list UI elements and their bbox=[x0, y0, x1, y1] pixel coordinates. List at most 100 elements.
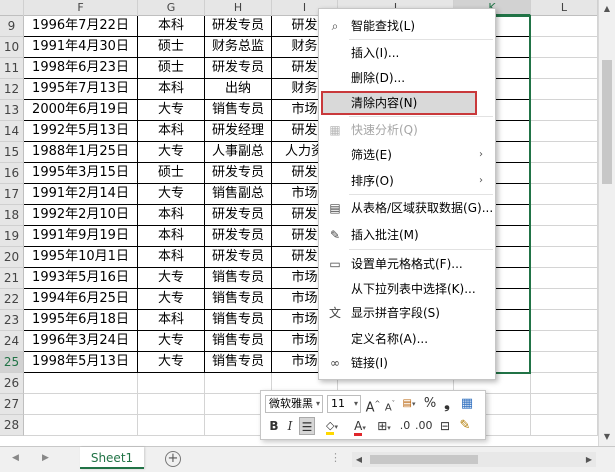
cell-g13[interactable]: 大专 bbox=[138, 100, 205, 121]
menu-pick-from-list[interactable]: 从下拉列表中选择(K)... bbox=[319, 277, 495, 301]
accounting-format-icon[interactable]: ▤▾ bbox=[400, 395, 418, 413]
cell-f16[interactable]: 1995年3月15日 bbox=[24, 163, 138, 184]
menu-get-data[interactable]: ▤ 从表格/区域获取数据(G)... bbox=[319, 196, 495, 220]
row-header-14[interactable]: 14 bbox=[0, 121, 24, 142]
menu-insert-comment[interactable]: ✎ 插入批注(M) bbox=[319, 223, 495, 247]
tab-splitter-icon[interactable]: ⋮ bbox=[330, 451, 342, 464]
cell-g11[interactable]: 硕士 bbox=[138, 58, 205, 79]
row-header-19[interactable]: 19 bbox=[0, 226, 24, 247]
scroll-up-icon[interactable]: ▲ bbox=[599, 0, 615, 17]
cell-g23[interactable]: 本科 bbox=[138, 310, 205, 331]
cell-h22[interactable]: 销售专员 bbox=[205, 289, 272, 310]
row-header-22[interactable]: 22 bbox=[0, 289, 24, 310]
scroll-tabs-left-icon[interactable]: ◀ bbox=[12, 453, 19, 463]
menu-smart-lookup[interactable]: ⌕ 智能查找(L) bbox=[319, 14, 495, 38]
row-header-12[interactable]: 12 bbox=[0, 79, 24, 100]
cell-l25[interactable] bbox=[531, 352, 598, 373]
cell-l17[interactable] bbox=[531, 184, 598, 205]
row-header-21[interactable]: 21 bbox=[0, 268, 24, 289]
scroll-down-icon[interactable]: ▼ bbox=[599, 428, 615, 445]
cell-g16[interactable]: 硕士 bbox=[138, 163, 205, 184]
spreadsheet-grid[interactable]: FGHIJKL 91996年7月22日本科研发专员研发,500101991年4月… bbox=[0, 0, 598, 446]
row-header-10[interactable]: 10 bbox=[0, 37, 24, 58]
comma-style-button[interactable]: ❟ bbox=[440, 395, 454, 413]
menu-insert[interactable]: 插入(I)... bbox=[319, 41, 495, 65]
cell-l16[interactable] bbox=[531, 163, 598, 184]
row-header-18[interactable]: 18 bbox=[0, 205, 24, 226]
cell-h19[interactable]: 研发专员 bbox=[205, 226, 272, 247]
column-header-h[interactable]: H bbox=[205, 0, 272, 16]
cell-f9[interactable]: 1996年7月22日 bbox=[24, 16, 138, 37]
sheet-tab-sheet1[interactable]: Sheet1 bbox=[80, 447, 144, 469]
cell-g24[interactable]: 大专 bbox=[138, 331, 205, 352]
cell-l13[interactable] bbox=[531, 100, 598, 121]
cell-l21[interactable] bbox=[531, 268, 598, 289]
menu-delete[interactable]: 删除(D)... bbox=[319, 66, 495, 90]
cell-h17[interactable]: 销售副总 bbox=[205, 184, 272, 205]
cell-h23[interactable]: 销售专员 bbox=[205, 310, 272, 331]
decrease-decimal-icon[interactable]: .00 bbox=[415, 417, 433, 435]
format-painter-icon[interactable]: ✎ bbox=[457, 417, 473, 435]
cell-g14[interactable]: 本科 bbox=[138, 121, 205, 142]
scroll-right-icon[interactable]: ▶ bbox=[582, 452, 596, 467]
italic-button[interactable]: I bbox=[283, 417, 297, 435]
cell-f13[interactable]: 2000年6月19日 bbox=[24, 100, 138, 121]
cell-h12[interactable]: 出纳 bbox=[205, 79, 272, 100]
cell-h24[interactable]: 销售专员 bbox=[205, 331, 272, 352]
bold-button[interactable]: B bbox=[267, 417, 281, 435]
row-header-20[interactable]: 20 bbox=[0, 247, 24, 268]
cell-f14[interactable]: 1992年5月13日 bbox=[24, 121, 138, 142]
fill-color-icon[interactable]: ◇▾ bbox=[319, 417, 345, 435]
cell-f10[interactable]: 1991年4月30日 bbox=[24, 37, 138, 58]
merge-cells-icon[interactable]: ⊟ bbox=[437, 417, 453, 435]
font-color-icon[interactable]: A▾ bbox=[349, 417, 371, 436]
cell-f22[interactable]: 1994年6月25日 bbox=[24, 289, 138, 310]
row-header-28[interactable]: 28 bbox=[0, 415, 24, 436]
menu-phonetic[interactable]: 文显示拼音字段(S) bbox=[319, 301, 495, 325]
cell-h16[interactable]: 研发专员 bbox=[205, 163, 272, 184]
increase-font-size-icon[interactable]: A^ bbox=[365, 395, 381, 415]
decrease-font-size-icon[interactable]: Aˇ bbox=[382, 395, 398, 413]
cell-f15[interactable]: 1988年1月25日 bbox=[24, 142, 138, 163]
vertical-scrollbar[interactable]: ▲ ▼ bbox=[598, 0, 615, 446]
cell-g18[interactable]: 本科 bbox=[138, 205, 205, 226]
cell-g26[interactable] bbox=[138, 373, 205, 394]
align-center-icon[interactable]: ☰ bbox=[299, 417, 315, 435]
cell-l22[interactable] bbox=[531, 289, 598, 310]
cell-g28[interactable] bbox=[138, 415, 205, 436]
percent-style-button[interactable]: % bbox=[422, 395, 438, 413]
format-painter-grid-icon[interactable]: ▦ bbox=[458, 395, 476, 413]
cell-l20[interactable] bbox=[531, 247, 598, 268]
cell-l12[interactable] bbox=[531, 79, 598, 100]
font-size-box[interactable]: 11 ▾ bbox=[327, 395, 361, 413]
cell-f24[interactable]: 1996年3月24日 bbox=[24, 331, 138, 352]
cell-h21[interactable]: 销售专员 bbox=[205, 268, 272, 289]
cell-g19[interactable]: 本科 bbox=[138, 226, 205, 247]
cell-g20[interactable]: 本科 bbox=[138, 247, 205, 268]
menu-sort[interactable]: 排序(O) › bbox=[319, 169, 495, 193]
cell-l23[interactable] bbox=[531, 310, 598, 331]
cell-g9[interactable]: 本科 bbox=[138, 16, 205, 37]
cell-h10[interactable]: 财务总监 bbox=[205, 37, 272, 58]
cell-f23[interactable]: 1995年6月18日 bbox=[24, 310, 138, 331]
cell-h9[interactable]: 研发专员 bbox=[205, 16, 272, 37]
cell-h20[interactable]: 研发专员 bbox=[205, 247, 272, 268]
row-header-17[interactable]: 17 bbox=[0, 184, 24, 205]
column-header-f[interactable]: F bbox=[24, 0, 138, 16]
cell-h25[interactable]: 销售专员 bbox=[205, 352, 272, 373]
column-header-g[interactable]: G bbox=[138, 0, 205, 16]
cell-f12[interactable]: 1995年7月13日 bbox=[24, 79, 138, 100]
add-sheet-icon[interactable]: + bbox=[165, 451, 181, 467]
row-header-23[interactable]: 23 bbox=[0, 310, 24, 331]
cell-g22[interactable]: 大专 bbox=[138, 289, 205, 310]
cell-h11[interactable]: 研发专员 bbox=[205, 58, 272, 79]
cell-f26[interactable] bbox=[24, 373, 138, 394]
cell-f17[interactable]: 1991年2月14日 bbox=[24, 184, 138, 205]
cell-l18[interactable] bbox=[531, 205, 598, 226]
increase-decimal-icon[interactable]: .0 bbox=[397, 417, 413, 435]
cell-l27[interactable] bbox=[531, 394, 598, 415]
row-header-27[interactable]: 27 bbox=[0, 394, 24, 415]
select-all-corner[interactable] bbox=[0, 0, 24, 16]
cell-f11[interactable]: 1998年6月23日 bbox=[24, 58, 138, 79]
borders-icon[interactable]: ⊞▾ bbox=[374, 417, 394, 435]
